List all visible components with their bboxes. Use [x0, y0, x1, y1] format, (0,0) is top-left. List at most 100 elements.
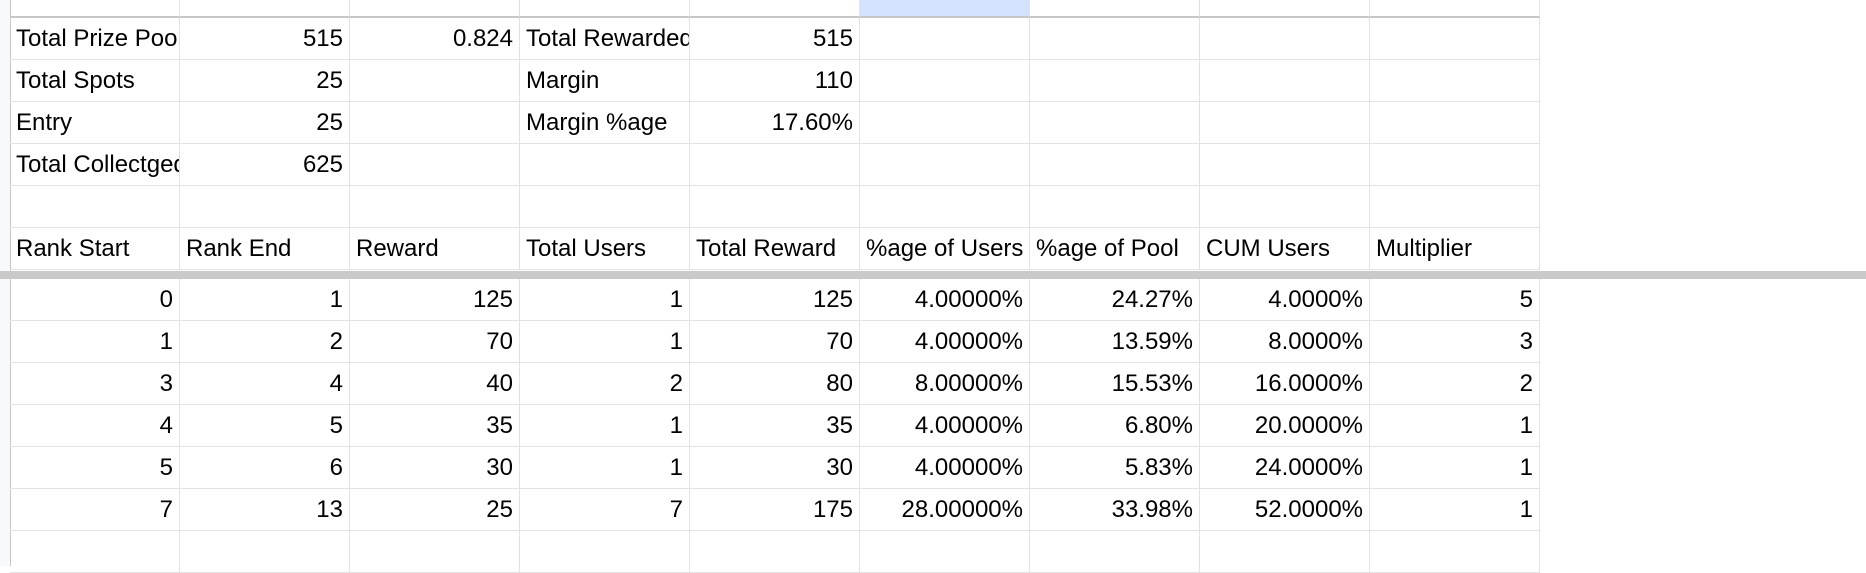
cell[interactable]: 70 — [690, 321, 860, 363]
cell[interactable]: 4.00000% — [860, 405, 1030, 447]
column-header-a[interactable] — [10, 0, 180, 18]
cell[interactable] — [1030, 18, 1200, 60]
cell[interactable] — [1200, 531, 1370, 573]
column-header-b[interactable] — [180, 0, 350, 18]
cell[interactable]: 4 — [10, 405, 180, 447]
cell[interactable]: 4.00000% — [860, 279, 1030, 321]
cell[interactable] — [1030, 60, 1200, 102]
cell[interactable]: 16.0000% — [1200, 363, 1370, 405]
cell[interactable]: Margin %age — [520, 102, 690, 144]
cell[interactable]: 25 — [180, 102, 350, 144]
cell[interactable]: 1 — [520, 447, 690, 489]
cell[interactable]: 13.59% — [1030, 321, 1200, 363]
cell[interactable] — [10, 531, 180, 573]
cell[interactable]: Total Collectged — [10, 144, 180, 186]
header-cell[interactable]: Total Users — [520, 228, 690, 270]
cell[interactable]: 25 — [350, 489, 520, 531]
cell[interactable] — [1370, 186, 1540, 228]
cell[interactable] — [690, 531, 860, 573]
column-header-h[interactable] — [1200, 0, 1370, 18]
cell[interactable]: 52.0000% — [1200, 489, 1370, 531]
cell[interactable] — [180, 186, 350, 228]
cell[interactable] — [520, 531, 690, 573]
cell[interactable]: 33.98% — [1030, 489, 1200, 531]
cell[interactable] — [350, 60, 520, 102]
frozen-row-divider[interactable] — [0, 271, 1866, 279]
cell[interactable]: 20.0000% — [1200, 405, 1370, 447]
cell[interactable]: 13 — [180, 489, 350, 531]
cell[interactable] — [350, 144, 520, 186]
cell[interactable]: 125 — [350, 279, 520, 321]
cell[interactable] — [1030, 102, 1200, 144]
cell[interactable]: 2 — [520, 363, 690, 405]
cell[interactable]: 2 — [180, 321, 350, 363]
cell[interactable]: Entry — [10, 102, 180, 144]
cell[interactable] — [180, 531, 350, 573]
cell[interactable]: 4 — [180, 363, 350, 405]
cell[interactable] — [1200, 18, 1370, 60]
cell[interactable]: 0 — [10, 279, 180, 321]
cell[interactable]: 1 — [520, 321, 690, 363]
cell[interactable]: 3 — [1370, 321, 1540, 363]
cell[interactable] — [860, 186, 1030, 228]
cell[interactable]: 6 — [180, 447, 350, 489]
cell[interactable]: 17.60% — [690, 102, 860, 144]
cell[interactable] — [690, 186, 860, 228]
cell[interactable] — [1200, 144, 1370, 186]
cell[interactable] — [1200, 102, 1370, 144]
cell[interactable] — [1200, 60, 1370, 102]
cell[interactable]: 175 — [690, 489, 860, 531]
cell[interactable]: 15.53% — [1030, 363, 1200, 405]
column-header-e[interactable] — [690, 0, 860, 18]
cell[interactable]: 5 — [1370, 279, 1540, 321]
cell[interactable]: 4.00000% — [860, 321, 1030, 363]
cell[interactable]: 7 — [10, 489, 180, 531]
cell[interactable] — [860, 102, 1030, 144]
cell[interactable]: 35 — [690, 405, 860, 447]
cell[interactable]: Total Rewarded — [520, 18, 690, 60]
cell[interactable]: 110 — [690, 60, 860, 102]
header-cell[interactable]: %age of Users — [860, 228, 1030, 270]
cell[interactable]: 28.00000% — [860, 489, 1030, 531]
cell[interactable]: 24.0000% — [1200, 447, 1370, 489]
cell[interactable] — [1370, 102, 1540, 144]
cell[interactable] — [1030, 531, 1200, 573]
cell[interactable]: 3 — [10, 363, 180, 405]
cell[interactable]: 1 — [10, 321, 180, 363]
cell[interactable]: 40 — [350, 363, 520, 405]
cell[interactable]: 24.27% — [1030, 279, 1200, 321]
cell[interactable] — [860, 18, 1030, 60]
cell[interactable] — [1370, 60, 1540, 102]
column-header-strip[interactable] — [10, 0, 1540, 18]
column-header-d[interactable] — [520, 0, 690, 18]
cell[interactable] — [520, 186, 690, 228]
cell[interactable]: 30 — [350, 447, 520, 489]
cell[interactable]: 5 — [10, 447, 180, 489]
column-header-c[interactable] — [350, 0, 520, 18]
cell[interactable]: 625 — [180, 144, 350, 186]
cell[interactable] — [690, 144, 860, 186]
spreadsheet-grid[interactable]: Total Prize Pool 515 0.824 Total Rewarde… — [0, 0, 1866, 573]
cell[interactable] — [1030, 186, 1200, 228]
cell[interactable] — [520, 144, 690, 186]
cell[interactable]: 0.824 — [350, 18, 520, 60]
header-cell[interactable]: %age of Pool — [1030, 228, 1200, 270]
cell[interactable]: 1 — [1370, 447, 1540, 489]
cell[interactable]: 35 — [350, 405, 520, 447]
cell[interactable] — [860, 531, 1030, 573]
column-header-i[interactable] — [1370, 0, 1540, 18]
cell[interactable]: 515 — [180, 18, 350, 60]
cell[interactable] — [1370, 18, 1540, 60]
cell[interactable] — [350, 102, 520, 144]
cell[interactable]: 515 — [690, 18, 860, 60]
cell[interactable]: 25 — [180, 60, 350, 102]
header-cell[interactable]: Multiplier — [1370, 228, 1540, 270]
header-cell[interactable]: Total Reward — [690, 228, 860, 270]
column-header-f[interactable] — [860, 0, 1030, 18]
cell[interactable] — [1030, 144, 1200, 186]
header-cell[interactable]: Rank Start — [10, 228, 180, 270]
cell[interactable]: 5.83% — [1030, 447, 1200, 489]
cell[interactable]: Total Prize Pool — [10, 18, 180, 60]
cell[interactable]: 30 — [690, 447, 860, 489]
column-header-g[interactable] — [1030, 0, 1200, 18]
